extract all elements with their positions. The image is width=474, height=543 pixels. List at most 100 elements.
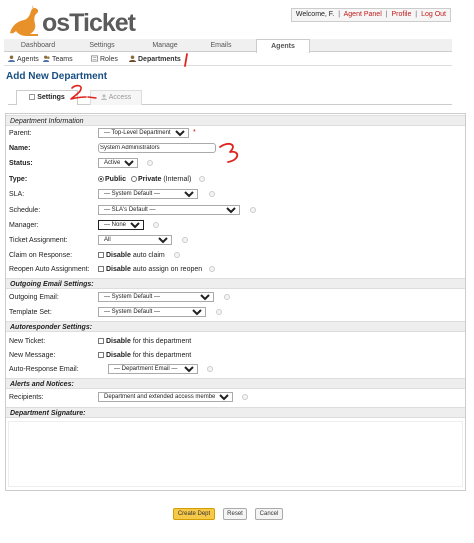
tab-agents[interactable]: Agents xyxy=(256,39,310,53)
tab-dashboard[interactable]: Dashboard xyxy=(6,39,70,52)
row-outgoing-email: Outgoing Email: — System Default — xyxy=(6,292,465,305)
new-ticket-label: New Ticket: xyxy=(9,338,46,345)
status-select[interactable]: Active xyxy=(98,158,138,168)
user-icon xyxy=(8,55,15,62)
tab-form-settings[interactable]: Settings xyxy=(16,90,78,105)
page-title: Add New Department xyxy=(6,71,108,82)
help-icon[interactable] xyxy=(209,266,215,272)
subnav-item-departments[interactable]: Departments xyxy=(129,54,181,65)
create-dept-button[interactable]: Create Dept xyxy=(173,508,215,520)
ticket-assignment-label: Ticket Assignment: xyxy=(9,237,68,244)
schedule-select[interactable]: — SLA's Default — xyxy=(98,205,240,215)
section-department-signature: Department Signature: xyxy=(6,407,465,418)
logo-text: osTicket xyxy=(42,9,136,37)
subnav-label-teams: Teams xyxy=(52,56,73,63)
auto-response-email-select[interactable]: — Department Email — xyxy=(108,364,198,374)
row-recipients: Recipients: Department and extended acce… xyxy=(6,392,465,405)
help-icon[interactable] xyxy=(216,309,222,315)
help-icon[interactable] xyxy=(199,176,205,182)
help-icon[interactable] xyxy=(250,207,256,213)
subnav-label-roles: Roles xyxy=(100,56,118,63)
help-icon[interactable] xyxy=(209,191,215,197)
subnav-label-agents: Agents xyxy=(17,56,39,63)
name-input[interactable] xyxy=(98,143,216,153)
signature-editor[interactable] xyxy=(8,421,463,487)
new-message-option[interactable]: Disable for this department xyxy=(98,352,191,359)
team-icon xyxy=(43,55,50,62)
required-marker: * xyxy=(193,129,196,136)
reopen-auto-assignment-option[interactable]: Disable auto assign on reopen xyxy=(98,266,202,273)
new-message-label: New Message: xyxy=(9,352,56,359)
parent-label: Parent: xyxy=(9,130,32,137)
help-icon[interactable] xyxy=(182,237,188,243)
tab-form-access[interactable]: Access xyxy=(90,90,142,105)
help-icon[interactable] xyxy=(224,294,230,300)
sla-label: SLA: xyxy=(9,191,25,198)
subnav-item-teams[interactable]: Teams xyxy=(43,54,73,65)
tab-emails[interactable]: Emails xyxy=(190,39,252,52)
subnav-label-departments: Departments xyxy=(138,56,181,63)
help-icon[interactable] xyxy=(174,252,180,258)
new-message-checkbox[interactable] xyxy=(98,352,104,358)
recipients-label: Recipients: xyxy=(9,394,44,401)
reset-button[interactable]: Reset xyxy=(223,508,247,520)
tab-manage[interactable]: Manage xyxy=(134,39,196,52)
help-icon[interactable] xyxy=(207,366,213,372)
claim-on-response-checkbox[interactable] xyxy=(98,252,104,258)
sla-select[interactable]: — System Default — xyxy=(98,189,198,199)
help-icon[interactable] xyxy=(242,394,248,400)
row-parent: Parent: — Top-Level Department — * xyxy=(6,128,465,141)
help-icon[interactable] xyxy=(153,222,159,228)
row-claim-on-response: Claim on Response: Disable auto claim xyxy=(6,250,465,263)
kangaroo-icon xyxy=(10,5,39,36)
row-new-message: New Message: Disable for this department xyxy=(6,350,465,363)
row-schedule: Schedule: — SLA's Default — xyxy=(6,205,465,218)
recipients-select[interactable]: Department and extended access members xyxy=(98,392,233,402)
type-public-option[interactable]: Public xyxy=(98,176,126,183)
manager-select[interactable]: — None — xyxy=(98,220,144,230)
new-ticket-option[interactable]: Disable for this department xyxy=(98,338,191,345)
row-auto-response-email: Auto-Response Email: — Department Email … xyxy=(6,364,465,377)
section-outgoing-email: Outgoing Email Settings: xyxy=(6,278,465,289)
role-icon xyxy=(91,55,98,62)
row-type: Type: Public Private (Internal) xyxy=(6,174,465,187)
sub-nav: Agents Teams Roles Departments xyxy=(4,52,452,66)
template-set-select[interactable]: — System Default — xyxy=(98,307,206,317)
tab-form-settings-label: Settings xyxy=(37,94,65,101)
main-nav: Dashboard Settings Manage Emails Agents xyxy=(4,39,452,53)
row-reopen-auto-assignment: Reopen Auto Assignment: Disable auto ass… xyxy=(6,264,465,277)
osticket-logo[interactable]: osTicket xyxy=(4,3,136,37)
cancel-button[interactable]: Cancel xyxy=(255,508,283,520)
claim-on-response-option[interactable]: Disable auto claim xyxy=(98,252,165,259)
schedule-label: Schedule: xyxy=(9,207,41,214)
section-department-information: Department Information xyxy=(6,115,465,126)
user-panel: Welcome, F. | Agent Panel | Profile | Lo… xyxy=(290,8,451,22)
help-icon[interactable] xyxy=(147,160,153,166)
row-ticket-assignment: Ticket Assignment: All xyxy=(6,235,465,248)
logout-link[interactable]: Log Out xyxy=(421,11,446,18)
document-icon xyxy=(29,94,35,100)
row-status: Status: Active xyxy=(6,158,465,171)
profile-link[interactable]: Profile xyxy=(392,11,412,18)
type-label: Type: xyxy=(9,176,28,183)
agent-panel-link[interactable]: Agent Panel xyxy=(344,11,382,18)
public-radio[interactable] xyxy=(98,176,104,182)
type-private-option[interactable]: Private (Internal) xyxy=(131,176,191,183)
section-autoresponder: Autoresponder Settings: xyxy=(6,321,465,332)
claim-on-response-label: Claim on Response: xyxy=(9,252,73,259)
outgoing-email-label: Outgoing Email: xyxy=(9,294,59,301)
ticket-assignment-select[interactable]: All xyxy=(98,235,172,245)
subnav-item-agents[interactable]: Agents xyxy=(8,54,39,65)
private-radio[interactable] xyxy=(131,176,137,182)
outgoing-email-select[interactable]: — System Default — xyxy=(98,292,214,302)
form-tabs: Settings Access xyxy=(8,90,452,105)
subnav-item-roles[interactable]: Roles xyxy=(91,54,118,65)
tab-settings[interactable]: Settings xyxy=(70,39,134,52)
department-icon xyxy=(129,55,136,62)
new-ticket-checkbox[interactable] xyxy=(98,338,104,344)
section-alerts: Alerts and Notices: xyxy=(6,378,465,389)
department-form: Department Information Parent: — Top-Lev… xyxy=(5,113,466,491)
auto-response-email-label: Auto-Response Email: xyxy=(9,366,79,373)
reopen-auto-assignment-checkbox[interactable] xyxy=(98,266,104,272)
parent-select[interactable]: — Top-Level Department — xyxy=(98,128,189,138)
